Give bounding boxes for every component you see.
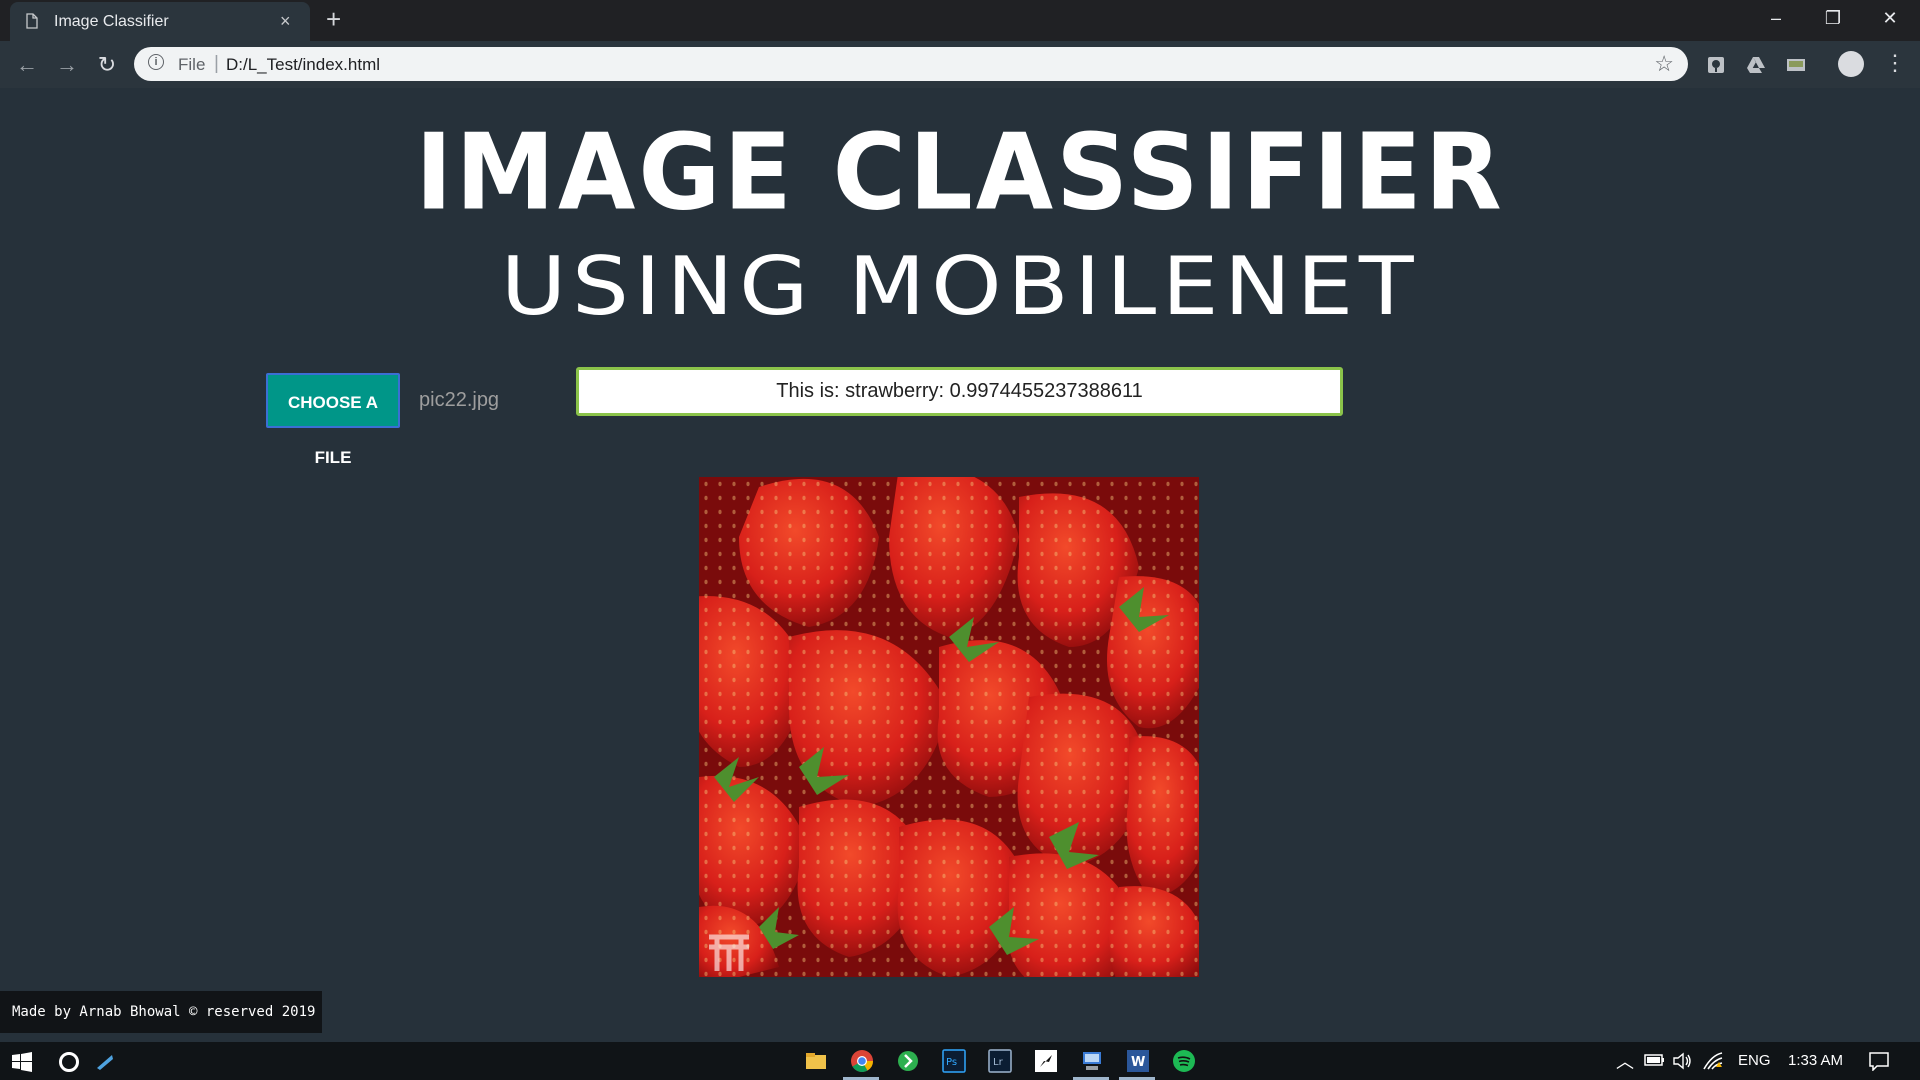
file-explorer-icon[interactable] xyxy=(804,1049,828,1073)
page-title: IMAGE CLASSIFIER xyxy=(415,111,1505,234)
svg-text:Lr: Lr xyxy=(993,1057,1004,1068)
tab-bar: Image Classifier × + – ❐ ✕ xyxy=(0,0,1920,41)
footer-credit: Made by Arnab Bhowal © reserved 2019 xyxy=(0,991,322,1033)
back-icon[interactable]: ← xyxy=(14,52,40,78)
language-indicator[interactable]: ENG xyxy=(1738,1052,1771,1069)
wifi-icon[interactable] xyxy=(1702,1051,1724,1071)
prediction-result: This is: strawberry: 0.9974455237388611 xyxy=(576,367,1343,416)
network-app-icon[interactable] xyxy=(1080,1049,1104,1073)
reload-icon[interactable]: ↻ xyxy=(94,52,120,78)
forward-icon[interactable]: → xyxy=(54,52,80,78)
tab-title: Image Classifier xyxy=(54,13,169,30)
task-view-icon[interactable] xyxy=(94,1051,116,1073)
document-icon xyxy=(26,13,38,29)
tab-image-classifier[interactable]: Image Classifier × xyxy=(10,2,310,41)
battery-icon[interactable] xyxy=(1644,1052,1666,1068)
word-icon[interactable]: W xyxy=(1126,1049,1150,1073)
close-window-button[interactable]: ✕ xyxy=(1870,8,1910,29)
notification-icon[interactable] xyxy=(1868,1051,1890,1071)
url-separator: | xyxy=(214,53,219,74)
windows-start-icon[interactable] xyxy=(12,1052,32,1072)
tab-close-icon[interactable]: × xyxy=(280,11,291,32)
photoshop-icon[interactable]: Ps xyxy=(942,1049,966,1073)
svg-text:W: W xyxy=(1131,1055,1145,1070)
choose-file-button[interactable]: CHOOSE A FILE xyxy=(266,373,400,467)
app-green-icon[interactable] xyxy=(896,1049,920,1073)
tray-chevron-icon[interactable]: ︿ xyxy=(1616,1048,1634,1074)
selected-file-name: pic22.jpg xyxy=(419,389,500,411)
taskbar: Ps Lr W ︿ ENG 1:33 AM xyxy=(0,1042,1920,1080)
page-subtitle: USING MOBILENET xyxy=(500,240,1420,333)
editor-icon[interactable] xyxy=(1034,1049,1058,1073)
drive-icon[interactable] xyxy=(1746,55,1766,75)
menu-icon[interactable]: ⋮ xyxy=(1884,52,1906,74)
restore-button[interactable]: ❐ xyxy=(1813,8,1853,29)
extension-screen-icon[interactable] xyxy=(1786,55,1806,75)
clock[interactable]: 1:33 AM xyxy=(1788,1052,1843,1069)
volume-icon[interactable] xyxy=(1672,1051,1694,1071)
new-tab-button[interactable]: + xyxy=(326,6,341,32)
uploaded-image xyxy=(699,477,1199,977)
info-icon[interactable]: i xyxy=(148,54,164,70)
star-icon[interactable]: ☆ xyxy=(1654,51,1674,77)
url-scheme: File xyxy=(178,55,206,74)
spotify-icon[interactable] xyxy=(1172,1049,1196,1073)
strawberry-image xyxy=(699,477,1199,977)
browser-toolbar: ← → ↻ i File | D:/L_Test/index.html ☆ ⋮ xyxy=(0,41,1920,88)
profile-icon[interactable] xyxy=(1838,51,1864,77)
chrome-icon[interactable] xyxy=(850,1049,874,1073)
svg-text:Ps: Ps xyxy=(946,1057,957,1068)
lightroom-icon[interactable]: Lr xyxy=(988,1049,1012,1073)
minimize-button[interactable]: – xyxy=(1756,8,1796,29)
address-bar[interactable]: i File | D:/L_Test/index.html ☆ xyxy=(134,47,1688,81)
extension-icon[interactable] xyxy=(1706,55,1726,75)
cortana-icon[interactable] xyxy=(59,1052,79,1072)
url-path: D:/L_Test/index.html xyxy=(226,55,381,74)
